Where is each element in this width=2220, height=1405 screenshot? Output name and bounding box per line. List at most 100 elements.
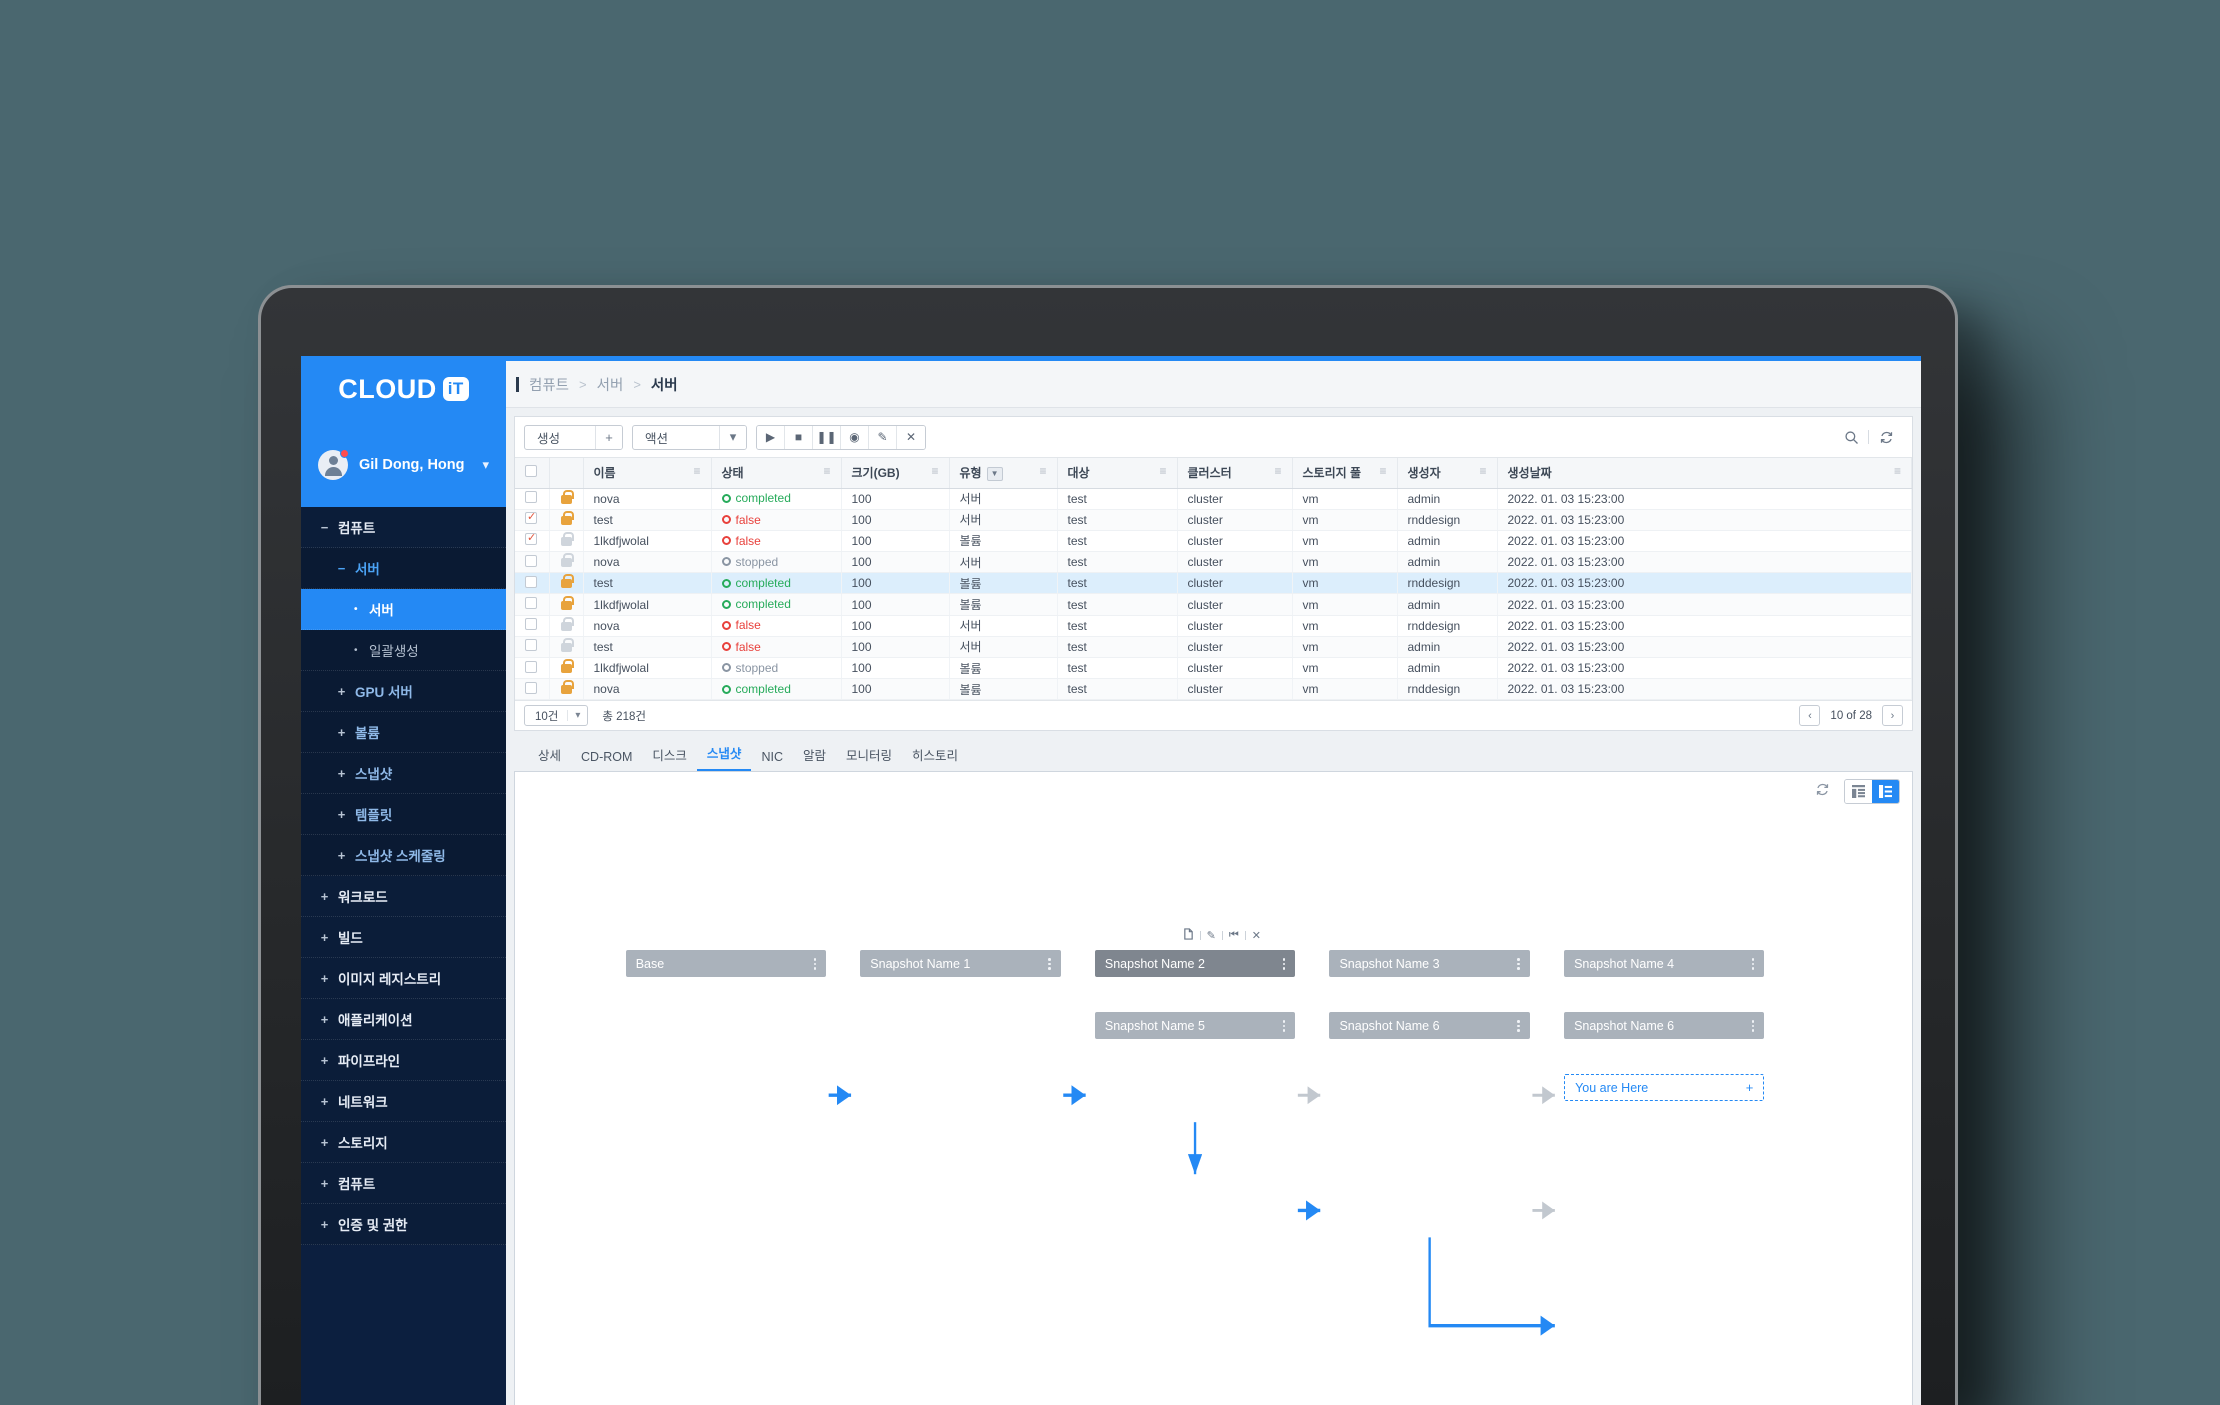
tab-7[interactable]: 히스토리 xyxy=(902,745,968,771)
vertical-dots-icon[interactable] xyxy=(1282,1020,1286,1032)
edit-icon[interactable]: ✎ xyxy=(1201,929,1222,942)
delete-icon[interactable]: ✕ xyxy=(897,425,925,449)
row-checkbox[interactable] xyxy=(525,510,537,525)
row-checkbox-cell[interactable] xyxy=(515,551,550,574)
sidebar-item-7[interactable]: + 템플릿 xyxy=(301,794,506,835)
table-row[interactable]: 1lkdfjwolal completed 100 볼륨 test cluster vm ad… xyxy=(515,593,1912,616)
table-row[interactable]: nova false 100 서버 test cluster vm rnddesign 2022… xyxy=(515,615,1912,637)
table-row[interactable]: nova completed 100 서버 test cluster vm admin 2022… xyxy=(515,488,1912,510)
row-checkbox-cell[interactable] xyxy=(515,678,550,701)
breadcrumb-item-1[interactable]: 서버 xyxy=(597,374,624,395)
column-menu-icon[interactable]: ≡ xyxy=(1039,464,1046,478)
column-menu-icon[interactable]: ≡ xyxy=(1894,464,1901,478)
vertical-dots-icon[interactable] xyxy=(1751,1020,1755,1032)
column-header-name[interactable]: 이름 ≡ xyxy=(583,458,712,489)
prev-page-button[interactable]: ‹ xyxy=(1799,705,1821,727)
sidebar-item-17[interactable]: + 인증 및 권한 xyxy=(301,1204,506,1245)
sidebar-item-10[interactable]: + 빌드 xyxy=(301,917,506,958)
row-checkbox-cell[interactable] xyxy=(515,488,550,510)
clone-icon[interactable] xyxy=(1177,928,1200,943)
search-icon[interactable] xyxy=(1834,424,1868,450)
tab-6[interactable]: 모니터링 xyxy=(836,745,902,771)
column-menu-icon[interactable]: ≡ xyxy=(693,464,700,478)
sidebar-item-15[interactable]: + 스토리지 xyxy=(301,1122,506,1163)
tab-2[interactable]: 디스크 xyxy=(642,745,697,771)
revert-icon[interactable]: ⏮ xyxy=(1223,929,1245,942)
stop-icon[interactable]: ■ xyxy=(785,425,813,449)
row-checkbox[interactable] xyxy=(525,618,537,631)
list-view-icon[interactable] xyxy=(1845,779,1872,803)
sidebar-item-3[interactable]: • 일괄생성 xyxy=(301,630,506,671)
row-checkbox-cell[interactable] xyxy=(515,572,550,595)
column-filter-icon[interactable]: ▼ xyxy=(986,466,1003,481)
row-checkbox-cell[interactable] xyxy=(515,615,550,637)
vertical-dots-icon[interactable] xyxy=(1517,1020,1520,1032)
table-row[interactable]: testfalse100서버testclustervmrnddesign2022… xyxy=(515,509,1912,531)
vertical-dots-icon[interactable] xyxy=(1517,958,1520,970)
create-button[interactable]: 생성 + xyxy=(524,424,623,450)
tab-4[interactable]: NIC xyxy=(751,750,793,771)
column-menu-icon[interactable]: ≡ xyxy=(1379,464,1386,478)
table-row[interactable]: 1lkdfjwolal false 100볼륨testclustervmadmin2… xyxy=(515,530,1912,553)
sidebar-item-8[interactable]: + 스냅샷 스케줄링 xyxy=(301,835,506,876)
sidebar-item-11[interactable]: + 이미지 레지스트리 xyxy=(301,958,506,999)
row-checkbox-cell[interactable] xyxy=(515,530,550,553)
snapshot-node-snap4[interactable]: Snapshot Name 4 xyxy=(1564,950,1765,978)
column-header-size[interactable]: 크기(GB) ≡ xyxy=(841,458,950,489)
tab-3[interactable]: 스냅샷 xyxy=(696,743,752,772)
sidebar-item-5[interactable]: + 볼륨 xyxy=(301,712,506,753)
row-checkbox[interactable] xyxy=(525,554,537,567)
snapshot-node-snap2[interactable]: Snapshot Name 2 xyxy=(1094,950,1296,978)
row-checkbox[interactable] xyxy=(525,681,537,694)
action-dropdown[interactable]: 액션 ▾ xyxy=(632,424,747,450)
you-are-here-node[interactable]: You are Here + xyxy=(1564,1074,1765,1102)
sidebar-item-4[interactable]: + GPU 서버 xyxy=(301,671,506,712)
breadcrumb-item-0[interactable]: 컴퓨트 xyxy=(529,374,569,395)
sidebar-item-12[interactable]: + 애플리케이션 xyxy=(301,999,506,1040)
vertical-dots-icon[interactable] xyxy=(1048,958,1051,970)
user-menu[interactable]: Gil Dong, Hong ▾ xyxy=(301,422,506,507)
table-row[interactable]: nova stopped 100 서버 test cluster vm admin 2022. … xyxy=(515,551,1912,574)
column-header-creator[interactable]: 생성자 ≡ xyxy=(1397,458,1498,489)
snapshot-node-snap5[interactable]: Snapshot Name 5 xyxy=(1094,1012,1296,1040)
table-row[interactable]: test completed 100 볼륨 test cluster vm rnddesign… xyxy=(515,572,1912,595)
column-header-cluster[interactable]: 클러스터 ≡ xyxy=(1177,458,1293,489)
power-icon[interactable]: ◉ xyxy=(841,425,869,449)
column-menu-icon[interactable]: ≡ xyxy=(1479,464,1486,478)
sidebar-item-9[interactable]: + 워크로드 xyxy=(301,876,506,917)
sidebar-item-13[interactable]: + 파이프라인 xyxy=(301,1040,506,1081)
column-header-created[interactable]: 생성날짜 ≡ xyxy=(1497,458,1912,489)
sidebar-item-6[interactable]: + 스냅샷 xyxy=(301,753,506,794)
snapshot-node-snap3[interactable]: Snapshot Name 3 xyxy=(1329,950,1530,978)
snapshot-node-snap7[interactable]: Snapshot Name 6 xyxy=(1564,1012,1765,1040)
select-all-checkbox[interactable] xyxy=(525,465,537,478)
table-row[interactable]: nova completed 100 볼륨 test cluster vm rnddesign… xyxy=(515,678,1912,701)
snapshot-node-snap1[interactable]: Snapshot Name 1 xyxy=(860,950,1061,978)
row-checkbox[interactable] xyxy=(525,575,537,588)
row-checkbox-cell[interactable] xyxy=(515,636,550,659)
column-header-status[interactable]: 상태 ≡ xyxy=(711,458,842,489)
row-checkbox-cell[interactable] xyxy=(515,509,550,531)
page-size-select[interactable]: 10건 ▾ xyxy=(524,705,589,727)
tab-1[interactable]: CD-ROM xyxy=(571,750,642,771)
tree-view-icon[interactable] xyxy=(1872,779,1899,803)
table-row[interactable]: 1lkdfjwolal stopped 100 볼륨 test cluster vm admi… xyxy=(515,657,1912,680)
column-header-target[interactable]: 대상 ≡ xyxy=(1057,458,1178,489)
play-icon[interactable]: ▶ xyxy=(757,425,785,449)
plus-icon[interactable]: + xyxy=(1746,1080,1754,1095)
close-icon[interactable]: ✕ xyxy=(1246,929,1267,942)
vertical-dots-icon[interactable] xyxy=(1751,958,1755,970)
snapshot-node-base[interactable]: Base xyxy=(625,950,827,978)
row-checkbox[interactable] xyxy=(525,491,537,504)
edit-icon[interactable]: ✎ xyxy=(869,425,897,449)
row-checkbox-cell[interactable] xyxy=(515,593,550,616)
row-checkbox[interactable] xyxy=(525,531,537,546)
next-page-button[interactable]: › xyxy=(1882,705,1903,727)
sidebar-item-2[interactable]: • 서버 xyxy=(301,589,506,630)
refresh-icon[interactable] xyxy=(1869,424,1903,450)
column-header-pool[interactable]: 스토리지 풀 ≡ xyxy=(1292,458,1398,489)
row-checkbox-cell[interactable] xyxy=(515,657,550,680)
sidebar-item-16[interactable]: + 컴퓨트 xyxy=(301,1163,506,1204)
vertical-dots-icon[interactable] xyxy=(1282,958,1286,970)
refresh-icon[interactable] xyxy=(1815,782,1830,800)
